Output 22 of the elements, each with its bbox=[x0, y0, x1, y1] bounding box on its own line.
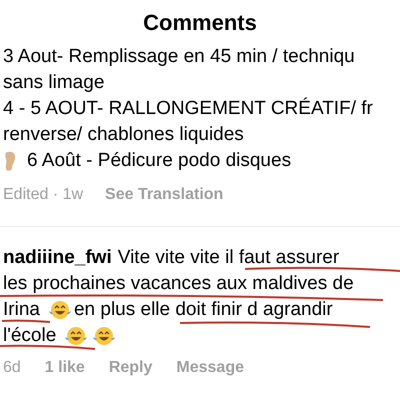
laughing-face-icon bbox=[64, 325, 88, 347]
comment-text: 3 Aout- Remplissage en 45 min / techniqu bbox=[3, 47, 355, 67]
comment-text: 6 Août - Pédicure podo disques bbox=[27, 151, 292, 171]
comment-text: Irina bbox=[3, 300, 40, 320]
comment-text: l'école bbox=[3, 326, 56, 346]
comment-age: 6d bbox=[3, 358, 21, 378]
page-title: Comments bbox=[143, 8, 257, 36]
username[interactable]: nadiiine_fwi bbox=[3, 244, 112, 272]
comment-action[interactable]: Reply bbox=[108, 356, 152, 380]
edited-time: Edited · 1w bbox=[3, 185, 84, 205]
comment-text: les prochaines vacances aux maldives de bbox=[3, 274, 354, 294]
laughing-face-icon bbox=[48, 299, 72, 321]
laughing-face-icon bbox=[92, 325, 116, 347]
likes-count[interactable]: 1 like bbox=[44, 356, 85, 380]
comment-text: sans limage bbox=[3, 73, 104, 93]
comment-text: 4 - 5 AOUT- RALLONGEMENT CRÉATIF/ fr bbox=[3, 99, 373, 119]
comment-action[interactable]: Message bbox=[176, 356, 244, 380]
comment-text: renverse/ chablones liquides bbox=[3, 125, 244, 145]
see-translation-link[interactable]: See Translation bbox=[105, 183, 224, 207]
comment-text: en plus elle doit finir d agrandir bbox=[74, 300, 333, 320]
comment-text: Vite vite vite il faut assurer bbox=[118, 248, 340, 268]
underline-mark bbox=[2, 320, 50, 323]
